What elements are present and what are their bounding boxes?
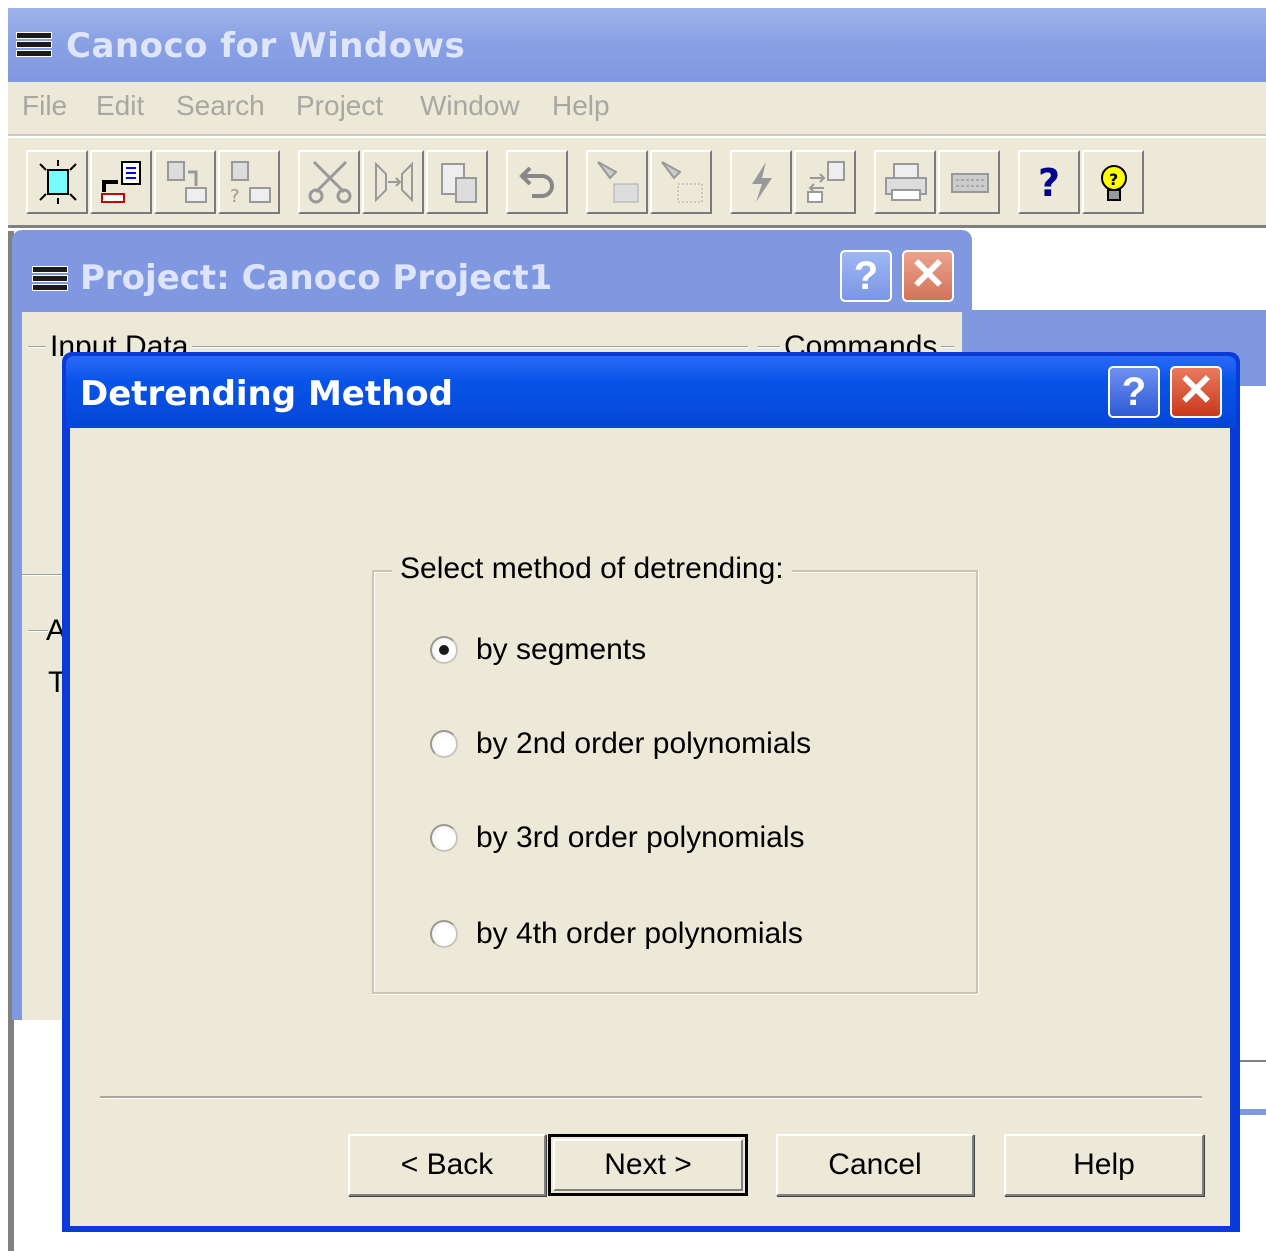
toolbar: ? ? ? bbox=[8, 138, 1266, 228]
print-button[interactable] bbox=[874, 150, 936, 214]
split-button[interactable] bbox=[362, 150, 424, 214]
print-icon bbox=[885, 163, 927, 201]
copy-data-button[interactable] bbox=[154, 150, 216, 214]
app-system-menu-icon[interactable] bbox=[16, 32, 52, 58]
radio-button[interactable] bbox=[430, 824, 458, 852]
undo-icon bbox=[519, 166, 554, 198]
preview-button[interactable] bbox=[938, 150, 1000, 214]
export-button[interactable] bbox=[794, 150, 856, 214]
menu-window[interactable]: Window bbox=[420, 90, 520, 122]
radio-button-checked[interactable] bbox=[430, 636, 458, 664]
project-window-title: Project: Canoco Project1 bbox=[80, 258, 553, 298]
undo-button[interactable] bbox=[506, 150, 568, 214]
menubar: File Edit Search Project Window Help bbox=[8, 82, 1266, 136]
paste-icon bbox=[441, 163, 477, 203]
detrending-method-group: Select method of detrending: by segments… bbox=[372, 552, 978, 994]
radio-button[interactable] bbox=[430, 730, 458, 758]
radio-button[interactable] bbox=[430, 920, 458, 948]
radio-2nd-order-polynomials[interactable]: by 2nd order polynomials bbox=[430, 722, 811, 766]
analysis-group-border bbox=[28, 630, 48, 632]
next-button[interactable]: Next > bbox=[548, 1134, 748, 1196]
radio-label: by 4th order polynomials bbox=[476, 917, 803, 950]
paste-data-icon: ? bbox=[230, 161, 271, 206]
svg-text:?: ? bbox=[1109, 170, 1118, 189]
cancel-button[interactable]: Cancel bbox=[776, 1134, 974, 1196]
dialog-help-button[interactable]: ? bbox=[1108, 366, 1160, 418]
run-icon bbox=[752, 162, 772, 202]
app-titlebar[interactable]: Canoco for Windows bbox=[8, 8, 1266, 82]
tip-icon: ? bbox=[1101, 165, 1127, 201]
split-icon bbox=[375, 161, 413, 203]
menu-project[interactable]: Project bbox=[296, 90, 383, 122]
open-project-button[interactable] bbox=[90, 150, 152, 214]
filter-grid-button[interactable] bbox=[650, 150, 712, 214]
button-separator bbox=[100, 1096, 1202, 1099]
help-icon: ? bbox=[1121, 370, 1147, 414]
help-icon: ? bbox=[1038, 161, 1060, 205]
tip-button[interactable]: ? bbox=[1082, 150, 1144, 214]
svg-text:?: ? bbox=[230, 186, 240, 206]
close-icon: ✕ bbox=[909, 250, 947, 299]
menu-edit[interactable]: Edit bbox=[96, 90, 144, 122]
paste-button[interactable] bbox=[426, 150, 488, 214]
svg-text:?: ? bbox=[1038, 161, 1060, 205]
radio-3rd-order-polynomials[interactable]: by 3rd order polynomials bbox=[430, 816, 805, 860]
open-project-icon bbox=[101, 161, 141, 203]
dialog-title: Detrending Method bbox=[80, 374, 453, 414]
app-title: Canoco for Windows bbox=[66, 26, 466, 66]
radio-label: by 2nd order polynomials bbox=[476, 727, 812, 760]
radio-by-segments[interactable]: by segments bbox=[430, 628, 646, 672]
help-dialog-button[interactable]: Help bbox=[1004, 1134, 1204, 1196]
back-button[interactable]: < Back bbox=[348, 1134, 546, 1196]
group-label: Select method of detrending: bbox=[392, 552, 792, 586]
project-system-menu-icon[interactable] bbox=[32, 266, 68, 292]
paste-data-button[interactable]: ? bbox=[218, 150, 280, 214]
menu-search[interactable]: Search bbox=[176, 90, 265, 122]
copy-data-icon bbox=[167, 161, 207, 203]
help-button[interactable]: ? bbox=[1018, 150, 1080, 214]
menu-file[interactable]: File bbox=[22, 90, 67, 122]
dialog-titlebar[interactable]: Detrending Method ? ✕ bbox=[66, 356, 1236, 428]
new-project-button[interactable] bbox=[26, 150, 88, 214]
radio-label: by 3rd order polynomials bbox=[476, 821, 805, 854]
help-icon: ? bbox=[853, 254, 879, 298]
preview-icon bbox=[951, 173, 989, 193]
menu-help[interactable]: Help bbox=[552, 90, 610, 122]
radio-label: by segments bbox=[476, 633, 647, 666]
project-help-button[interactable]: ? bbox=[840, 250, 892, 302]
filter-grid-icon bbox=[661, 161, 703, 203]
radio-4th-order-polynomials[interactable]: by 4th order polynomials bbox=[430, 912, 803, 956]
run-button[interactable] bbox=[730, 150, 792, 214]
cut-icon bbox=[308, 160, 352, 204]
new-project-icon bbox=[39, 160, 77, 204]
cut-button[interactable] bbox=[298, 150, 360, 214]
close-icon: ✕ bbox=[1177, 366, 1215, 415]
project-close-button[interactable]: ✕ bbox=[902, 250, 954, 302]
dialog-close-button[interactable]: ✕ bbox=[1170, 366, 1222, 418]
filter-button[interactable] bbox=[586, 150, 648, 214]
filter-icon bbox=[597, 161, 639, 203]
export-icon bbox=[807, 161, 845, 203]
